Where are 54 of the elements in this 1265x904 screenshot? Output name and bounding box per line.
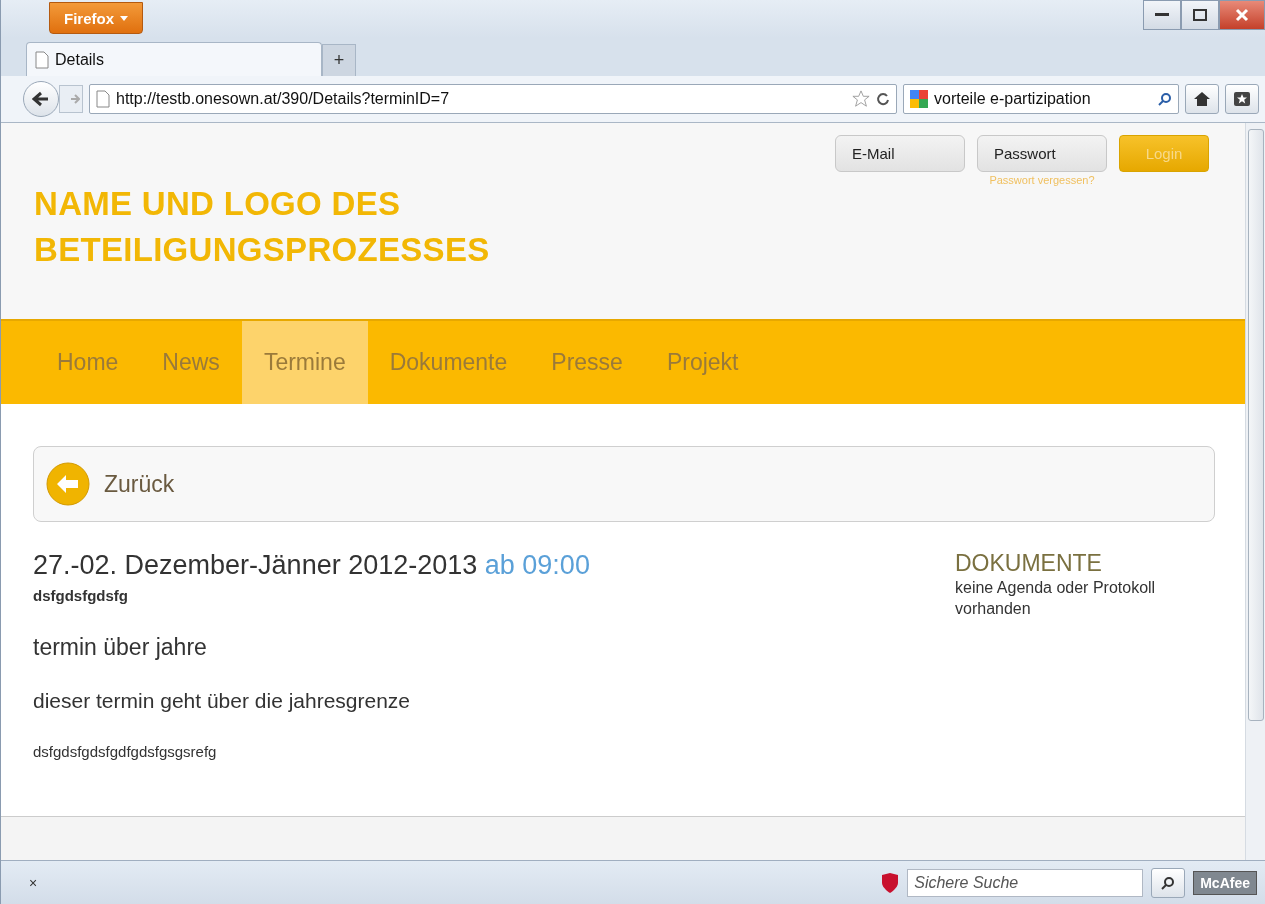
scrollbar[interactable] [1245, 123, 1265, 860]
star-icon[interactable] [852, 90, 870, 108]
forgot-password-link[interactable]: Passwort vergessen? [977, 174, 1107, 186]
bookmark-star-icon [1234, 92, 1250, 106]
url-text: http://testb.onesown.at/390/Details?terminID=7 [116, 90, 451, 108]
close-bar-button[interactable]: × [29, 874, 38, 891]
search-field[interactable]: vorteile e-partizipation [903, 84, 1179, 114]
firefox-menu-button[interactable]: Firefox [49, 2, 143, 34]
page-icon [35, 50, 49, 69]
search-icon [1161, 875, 1176, 890]
search-text: vorteile e-partizipation [934, 90, 1092, 108]
search-button[interactable] [1151, 867, 1186, 898]
back-button[interactable] [23, 81, 59, 117]
left-arrow-icon [32, 91, 50, 107]
home-button[interactable] [1185, 84, 1219, 114]
maximize-button[interactable] [1181, 0, 1219, 30]
scrollbar-thumb[interactable] [1247, 129, 1264, 721]
right-arrow-icon [70, 94, 80, 104]
new-tab-button[interactable]: + [322, 44, 356, 76]
documents-heading: DOKUMENTE [955, 550, 1103, 577]
minimize-button[interactable] [1143, 0, 1181, 30]
mcafee-button[interactable]: McAfee [1193, 870, 1257, 895]
menu-item[interactable]: News [140, 321, 242, 404]
documents-text: keine Agenda oder Protokoll vorhanden [955, 578, 1157, 619]
reload-icon[interactable] [876, 92, 890, 106]
menu-item[interactable]: Dokumente [367, 321, 530, 404]
menu-item[interactable]: Projekt [644, 321, 761, 404]
search-icon[interactable] [1158, 92, 1172, 106]
minimize-icon [1155, 13, 1169, 17]
address-bar[interactable]: http://testb.onesown.at/390/Details?terminID=7 [89, 84, 897, 114]
safe-search-field[interactable]: Sichere Suche [907, 868, 1144, 897]
close-icon [1235, 8, 1249, 22]
browser-tab[interactable]: Details [26, 42, 322, 76]
site-logo: NAME UND LOGO DES BETEILIGUNGSPROZESSES [34, 184, 490, 270]
shield-icon [881, 872, 900, 893]
menu-item[interactable]: Home [35, 321, 141, 404]
search-engine-icon [910, 90, 928, 108]
menu-item[interactable]: Termine [241, 321, 368, 404]
event-date: 27.-02. Dezember-Jänner 2012-2013 ab 09:00 [33, 550, 590, 581]
back-link[interactable]: Zurück [33, 446, 1215, 522]
home-icon [1194, 92, 1210, 106]
caret-icon [120, 15, 128, 21]
event-description: dsfgdsfgdsfgdfgdsfgsgsrefg [33, 743, 218, 760]
event-location: dsfgdsfgdsfg [33, 587, 129, 604]
password-field[interactable]: Passwort [977, 135, 1107, 172]
page-icon [96, 90, 110, 108]
email-field[interactable]: E-Mail [835, 135, 965, 172]
menu-item[interactable]: Presse [529, 321, 645, 404]
bookmarks-button[interactable] [1225, 84, 1259, 114]
event-time: ab 09:00 [484, 550, 590, 580]
event-subtitle: dieser termin geht über die jahresgrenze [33, 689, 412, 713]
event-title: termin über jahre [33, 634, 208, 661]
close-button[interactable] [1219, 0, 1265, 30]
maximize-icon [1193, 9, 1207, 21]
